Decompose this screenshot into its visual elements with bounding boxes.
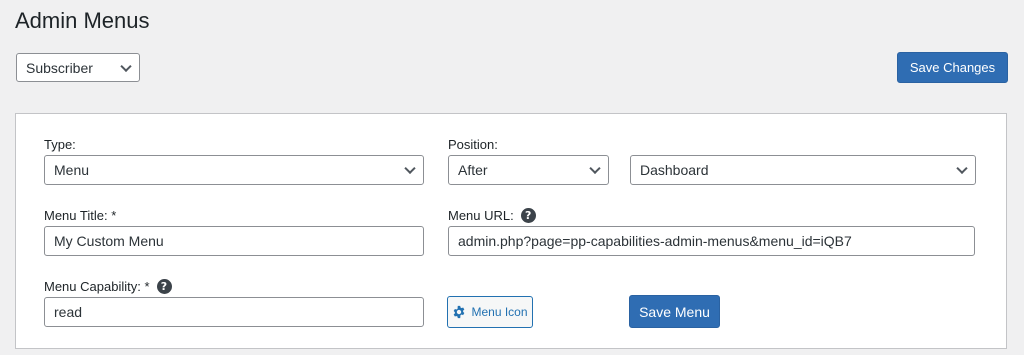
menu-title-input[interactable]: My Custom Menu: [44, 226, 424, 256]
help-icon[interactable]: ?: [156, 278, 172, 294]
position-select[interactable]: After: [448, 155, 609, 185]
chevron-down-icon: [589, 162, 601, 175]
menu-icon-label: Menu Icon: [471, 305, 528, 319]
role-select[interactable]: Subscriber: [16, 53, 140, 82]
type-select[interactable]: Menu: [44, 155, 424, 185]
chevron-down-icon: [120, 60, 132, 72]
menu-url-label: Menu URL: ?: [448, 207, 536, 223]
menu-capability-label: Menu Capability: * ?: [44, 278, 172, 294]
help-icon[interactable]: ?: [520, 207, 536, 223]
position-label-text: Position:: [448, 136, 498, 152]
menu-title-label: Menu Title: *: [44, 207, 116, 223]
chevron-down-icon: [404, 162, 416, 175]
menu-capability-input[interactable]: read: [44, 297, 424, 327]
save-menu-button[interactable]: Save Menu: [629, 295, 720, 328]
gear-icon: [454, 305, 465, 319]
save-changes-button[interactable]: Save Changes: [897, 52, 1008, 83]
type-label: Type:: [44, 136, 76, 152]
menu-url-label-text: Menu URL:: [448, 207, 514, 223]
menu-capability-label-text: Menu Capability: *: [44, 278, 150, 294]
menu-icon-button[interactable]: Menu Icon: [447, 296, 533, 328]
page-title: Admin Menus: [15, 8, 150, 33]
position-label: Position:: [448, 136, 498, 152]
position-target-value: Dashboard: [640, 162, 709, 178]
type-label-text: Type:: [44, 136, 76, 152]
position-select-value: After: [458, 162, 488, 178]
role-select-value: Subscriber: [26, 59, 93, 76]
type-select-value: Menu: [54, 162, 90, 178]
menu-url-input[interactable]: admin.php?page=pp-capabilities-admin-men…: [448, 226, 975, 256]
position-target-select[interactable]: Dashboard: [630, 155, 976, 185]
menu-title-label-text: Menu Title: *: [44, 207, 117, 223]
chevron-down-icon: [956, 162, 968, 175]
